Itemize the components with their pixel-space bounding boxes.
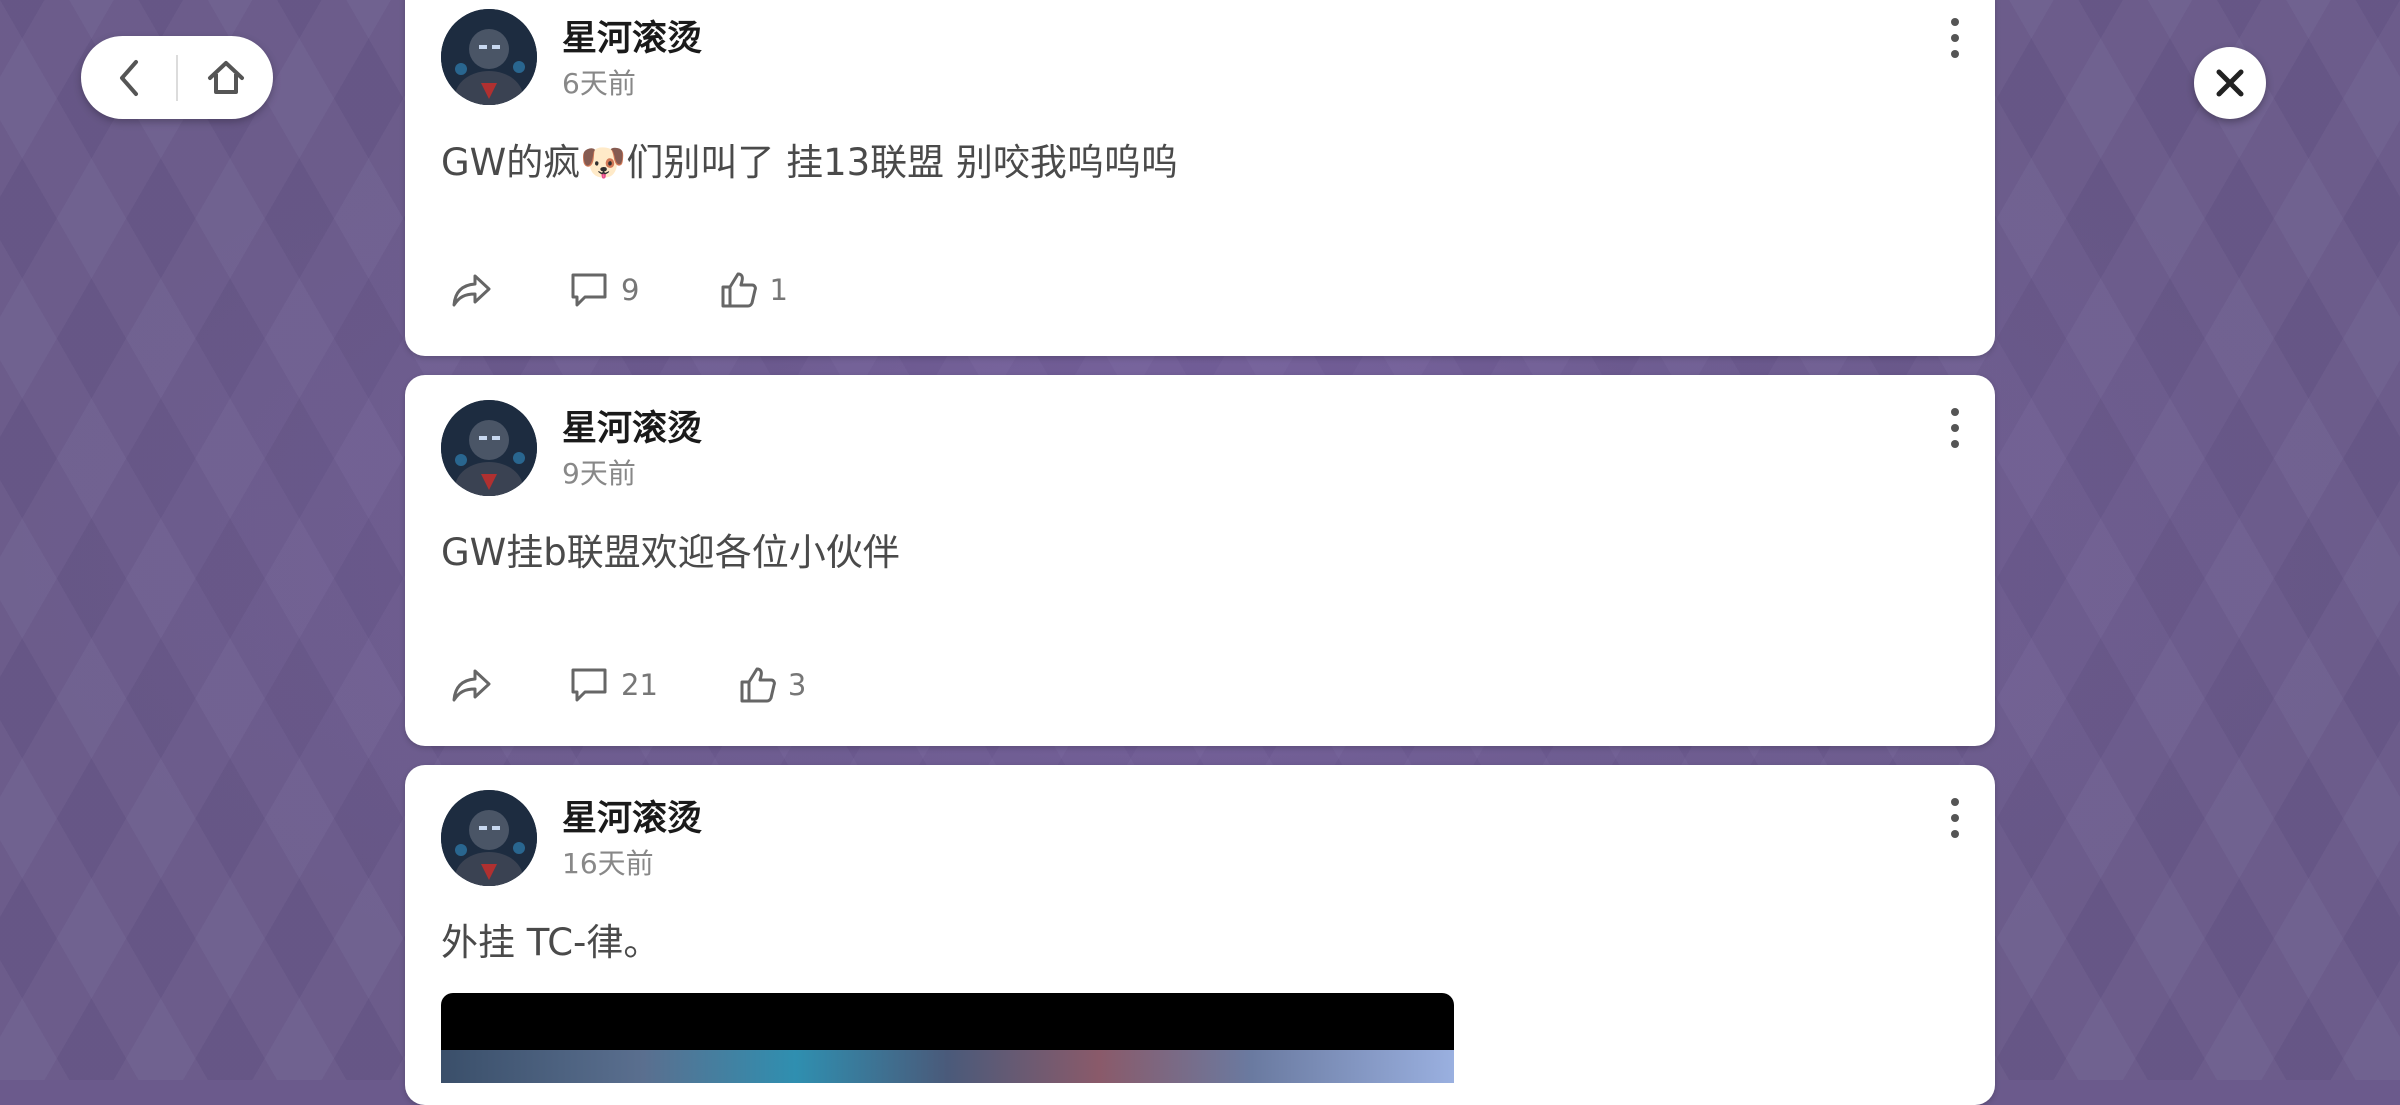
post-image[interactable] — [441, 993, 1454, 1083]
more-options-icon[interactable] — [1945, 798, 1965, 838]
avatar-image — [441, 9, 537, 105]
username[interactable]: 星河滚烫 — [562, 400, 702, 451]
post-card: 星河滚烫 6天前 GW的疯🐶们别叫了 挂13联盟 别咬我呜呜呜 9 1 — [405, 0, 1995, 356]
post-time: 6天前 — [562, 67, 636, 100]
like-count: 3 — [787, 668, 807, 702]
share-icon — [452, 669, 491, 702]
nav-pill — [81, 36, 273, 119]
more-options-icon[interactable] — [1945, 408, 1965, 448]
close-icon — [2216, 69, 2244, 97]
comment-button[interactable]: 21 — [569, 666, 658, 704]
post-image-preview — [441, 1050, 1454, 1083]
thumbs-up-icon — [721, 272, 758, 308]
like-button[interactable]: 1 — [719, 270, 788, 310]
post-content[interactable]: GW挂b联盟欢迎各位小伙伴 — [441, 522, 900, 576]
share-button[interactable] — [451, 667, 493, 703]
back-button[interactable] — [81, 36, 176, 119]
post-card: 星河滚烫 9天前 GW挂b联盟欢迎各位小伙伴 21 3 — [405, 375, 1995, 746]
comment-count: 9 — [621, 273, 640, 307]
comment-icon — [571, 668, 607, 702]
avatar-image — [441, 790, 537, 886]
post-actions: 9 1 — [441, 270, 788, 310]
post-actions: 21 3 — [441, 665, 806, 705]
thumbs-up-icon — [740, 667, 776, 703]
post-time: 9天前 — [562, 457, 636, 490]
comment-button[interactable]: 9 — [569, 271, 639, 309]
username[interactable]: 星河滚烫 — [562, 790, 702, 841]
like-count: 1 — [769, 273, 788, 307]
comment-count: 21 — [621, 668, 658, 702]
avatar[interactable] — [441, 790, 537, 886]
share-button[interactable] — [451, 272, 493, 308]
comment-icon — [571, 273, 607, 307]
chevron-left-icon — [119, 59, 138, 96]
home-button[interactable] — [178, 36, 273, 119]
share-icon — [452, 274, 491, 307]
more-options-icon[interactable] — [1945, 18, 1965, 58]
home-icon — [207, 60, 244, 94]
avatar-image — [441, 400, 537, 496]
post-card: 星河滚烫 16天前 外挂 TC-律。 — [405, 765, 1995, 1105]
avatar[interactable] — [441, 400, 537, 496]
avatar[interactable] — [441, 9, 537, 105]
post-content[interactable]: GW的疯🐶们别叫了 挂13联盟 别咬我呜呜呜 — [441, 132, 1178, 186]
like-button[interactable]: 3 — [738, 665, 806, 705]
post-content[interactable]: 外挂 TC-律。 — [441, 912, 660, 966]
post-time: 16天前 — [562, 847, 654, 880]
close-button[interactable] — [2194, 47, 2266, 119]
username[interactable]: 星河滚烫 — [562, 10, 702, 61]
